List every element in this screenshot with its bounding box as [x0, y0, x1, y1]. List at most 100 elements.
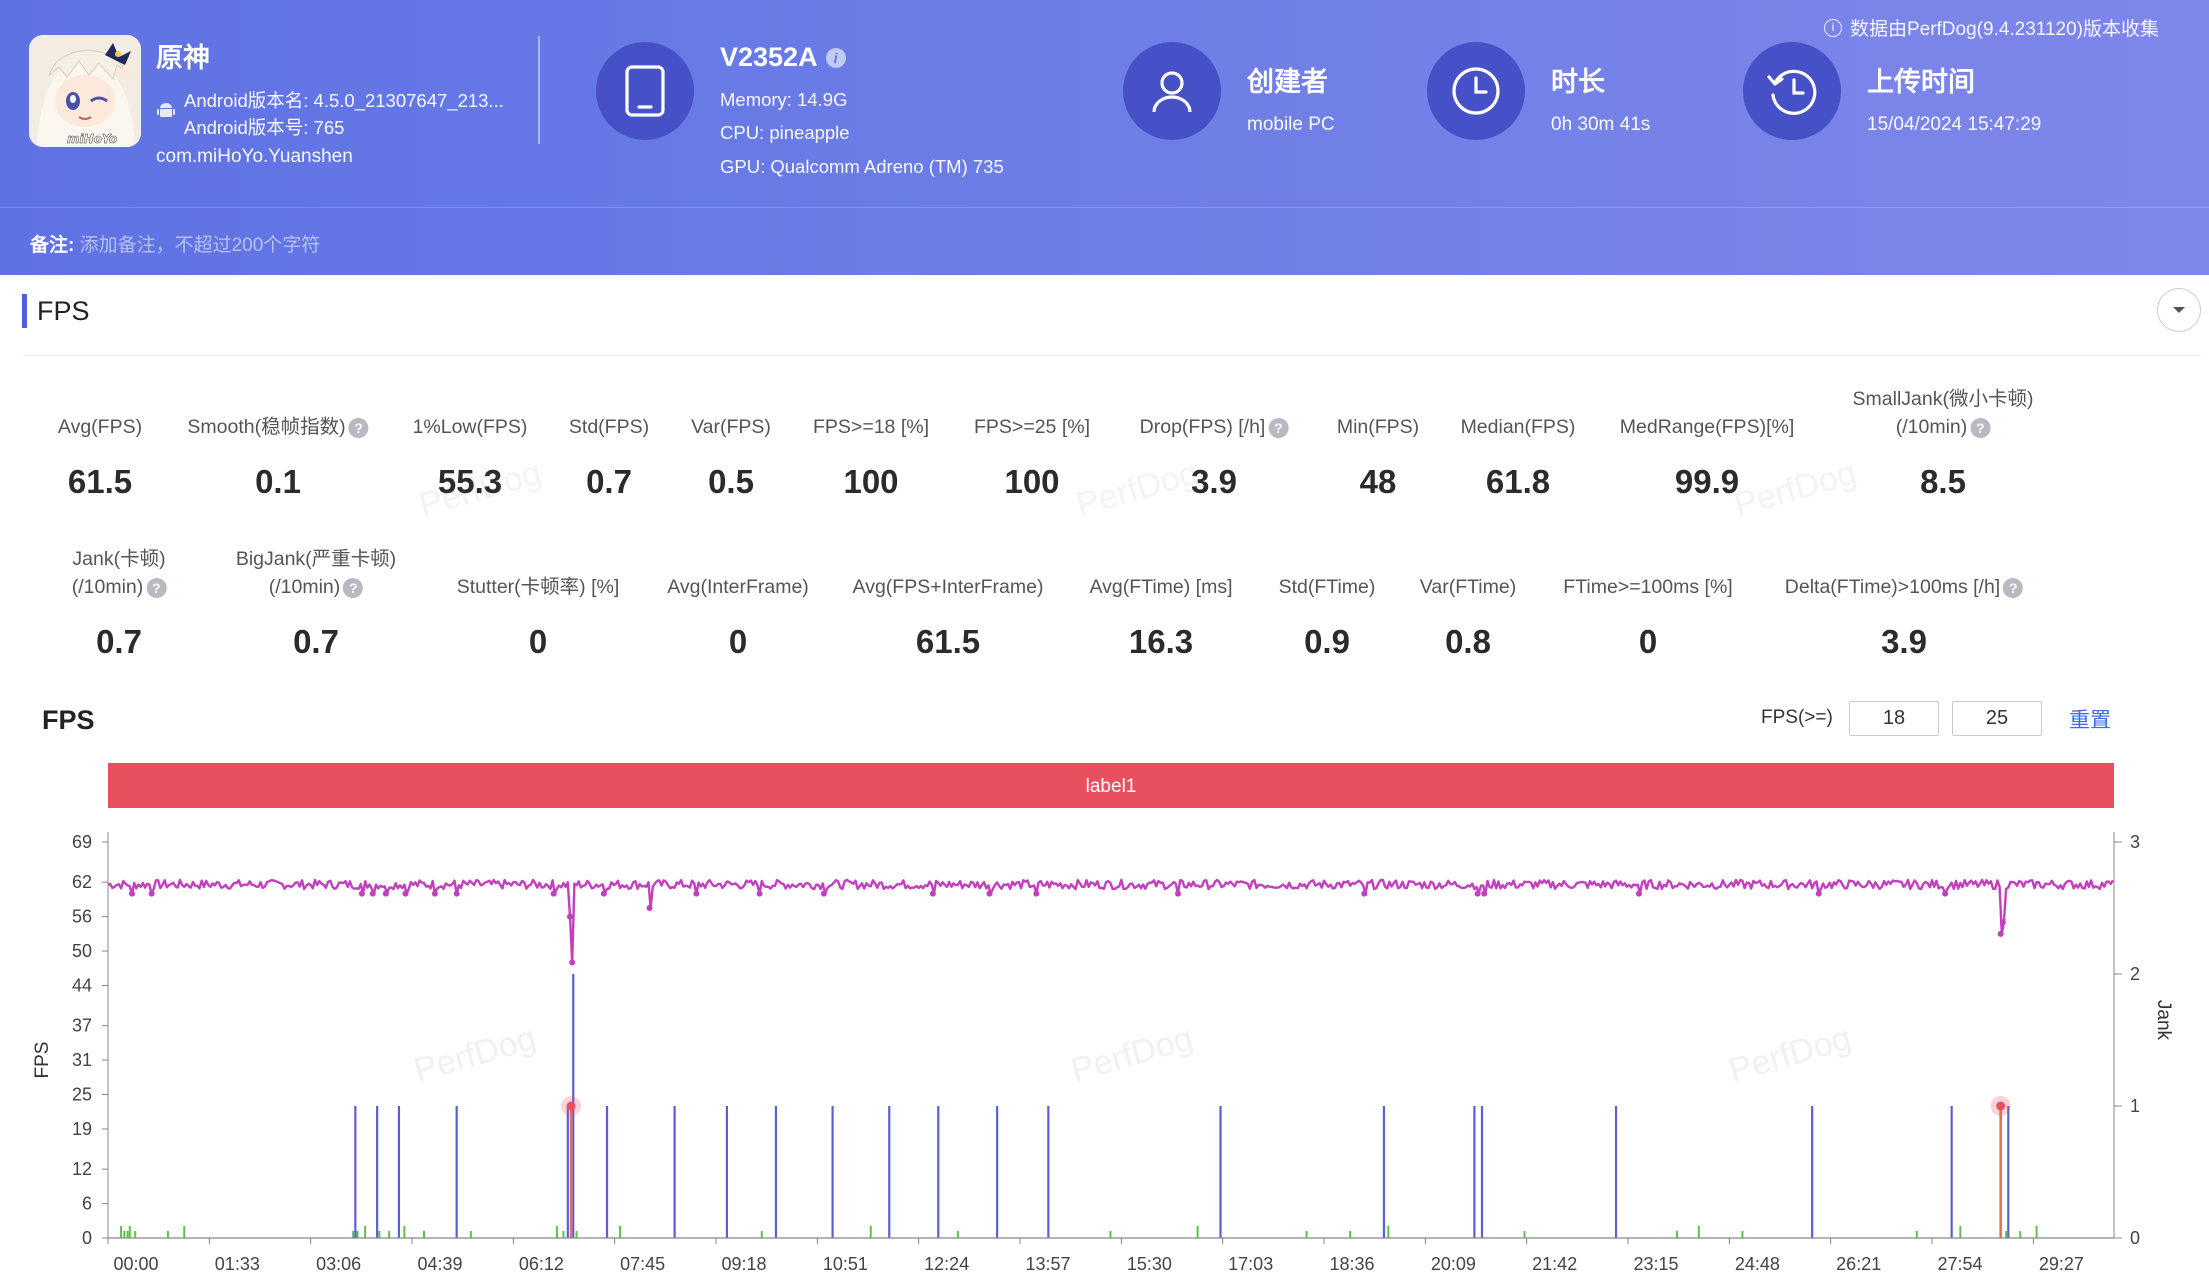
- app-name: 原神: [156, 43, 210, 73]
- fps-threshold-25-input[interactable]: [1952, 701, 2042, 736]
- watermark: PerfDog: [410, 1019, 540, 1090]
- fps-section-header: FPS: [22, 294, 90, 328]
- metric-value: 0.5: [708, 463, 754, 500]
- fps-dip-point: [1033, 890, 1040, 897]
- x-tick-label: 04:39: [417, 1254, 462, 1274]
- info-icon: i: [1823, 18, 1842, 37]
- metric-label: 1%Low(FPS): [413, 413, 528, 441]
- watermark: PerfDog: [1067, 1019, 1197, 1090]
- y-tick-label: 25: [72, 1085, 92, 1105]
- chart-title: FPS: [42, 705, 95, 735]
- remark-label: 备注:: [30, 235, 75, 256]
- y2-tick-label: 3: [2130, 832, 2140, 852]
- metric-label: BigJank(严重卡顿) (/10min)?: [236, 545, 396, 601]
- fps-dip-point: [1361, 890, 1368, 897]
- device-cpu: CPU: pineapple: [720, 122, 850, 143]
- x-tick-label: 24:48: [1735, 1254, 1780, 1274]
- metric-label-text: Drop(FPS) [/h]?: [1140, 413, 1289, 441]
- remark-placeholder[interactable]: 添加备注，不超过200个字符: [80, 235, 321, 256]
- help-icon[interactable]: ?: [1970, 417, 1991, 438]
- x-tick-label: 15:30: [1127, 1254, 1172, 1274]
- metric-label-line: Avg(FTime) [ms]: [1089, 576, 1233, 598]
- metric-label-text: Avg(FPS): [58, 413, 142, 441]
- help-icon[interactable]: ?: [1268, 417, 1289, 438]
- metric-label-text: Var(FPS): [691, 413, 771, 441]
- metric-label: Avg(FPS): [58, 413, 142, 441]
- x-tick-label: 00:00: [113, 1254, 158, 1274]
- metric-value: 8.5: [1920, 463, 1966, 500]
- x-tick-label: 26:21: [1836, 1254, 1881, 1274]
- fps-dip-point: [431, 890, 438, 897]
- metric-label: Avg(FTime) [ms]: [1089, 573, 1232, 601]
- metric-label-text: Avg(FTime) [ms]: [1089, 573, 1232, 601]
- metric-label: Smooth(稳帧指数)?: [187, 413, 369, 441]
- help-icon[interactable]: ?: [2003, 577, 2024, 598]
- x-tick-label: 09:18: [721, 1254, 766, 1274]
- metric-label-text: Avg(InterFrame): [667, 573, 809, 601]
- y-tick-label: 6: [82, 1194, 92, 1214]
- x-tick-label: 13:57: [1025, 1254, 1070, 1274]
- fps-dip-point: [1481, 890, 1488, 897]
- collapse-button[interactable]: [2157, 288, 2201, 332]
- fps-threshold-18-input[interactable]: [1849, 701, 1939, 736]
- clock-icon: [1452, 67, 1500, 115]
- y2-tick-label: 2: [2130, 964, 2140, 984]
- metric-label: Drop(FPS) [/h]?: [1140, 413, 1289, 441]
- device-info-icon[interactable]: i: [825, 47, 846, 68]
- duration-icon-circle: [1427, 42, 1525, 140]
- help-icon[interactable]: ?: [146, 577, 167, 598]
- y-tick-label: 31: [72, 1050, 92, 1070]
- fps-dip-point: [369, 890, 376, 897]
- help-icon[interactable]: ?: [348, 417, 369, 438]
- metric-value: 48: [1359, 463, 1397, 500]
- metric-label-text: 1%Low(FPS): [413, 413, 528, 441]
- x-tick-label: 03:06: [316, 1254, 361, 1274]
- x-tick-label: 21:42: [1532, 1254, 1577, 1274]
- metric-label-line: MedRange(FPS)[%]: [1619, 416, 1795, 438]
- creator-value: mobile PC: [1247, 114, 1335, 135]
- fps-dip-point: [693, 890, 700, 897]
- y-tick-label: 19: [72, 1119, 92, 1139]
- metric-label-text: MedRange(FPS)[%]: [1620, 413, 1794, 441]
- app-package: com.miHoYo.Yuanshen: [156, 146, 353, 167]
- metric-label-sub: (/10min)?: [72, 573, 167, 601]
- metric-label: Avg(InterFrame): [667, 573, 809, 601]
- fps-threshold-label: FPS(>=): [1761, 707, 1833, 728]
- metric-label-text: Avg(FPS+InterFrame): [853, 573, 1044, 601]
- metric-value: 16.3: [1128, 623, 1194, 660]
- app-version-name: Android版本名: 4.5.0_21307647_213...: [184, 90, 504, 111]
- bigjank-marker: [566, 1101, 576, 1111]
- metric-label-sub: (/10min)?: [236, 573, 396, 601]
- device-icon-circle: [596, 42, 694, 140]
- fps-dip-point: [600, 890, 607, 897]
- fps-dip-point: [569, 959, 576, 966]
- metric-value: 99.9: [1674, 463, 1740, 500]
- metric-value: 55.3: [437, 463, 503, 500]
- metric-label-line: Avg(FPS+InterFrame): [852, 576, 1044, 598]
- android-icon: [157, 103, 175, 117]
- fps-dip-point: [148, 890, 155, 897]
- fps-dip-point: [986, 890, 993, 897]
- metric-value: 0.1: [255, 463, 301, 500]
- metric-value: 61.5: [67, 463, 133, 500]
- metric-label-unit: (/10min): [1895, 416, 1968, 438]
- metric-label-line: Smooth(稳帧指数): [187, 416, 346, 438]
- metric-label-text: Smooth(稳帧指数)?: [187, 413, 369, 441]
- creator-icon-circle: [1123, 42, 1221, 140]
- remark-field[interactable]: 备注: 添加备注，不超过200个字符: [30, 230, 320, 257]
- history-icon: [1767, 69, 1817, 115]
- collection-notice: i 数据由PerfDog(9.4.231120)版本收集: [1823, 14, 2159, 41]
- upload-time-value: 15/04/2024 15:47:29: [1867, 114, 2042, 135]
- x-tick-label: 27:54: [1938, 1254, 1983, 1274]
- x-tick-label: 06:12: [519, 1254, 564, 1274]
- metric-value: 0.7: [96, 623, 142, 660]
- metric-label-line: Std(FPS): [568, 416, 650, 438]
- reset-button[interactable]: 重置: [2069, 704, 2111, 734]
- help-icon[interactable]: ?: [343, 577, 364, 598]
- metric-label: SmallJank(微小卡顿) (/10min)?: [1853, 385, 2034, 441]
- svg-text:miHoYo: miHoYo: [67, 132, 117, 146]
- y2-axis-title: Jank: [2153, 1000, 2174, 1041]
- metric-label-text: Delta(FTime)>100ms [/h]?: [1785, 573, 2024, 601]
- fps-dip-point: [453, 890, 460, 897]
- metric-label: Std(FPS): [569, 413, 649, 441]
